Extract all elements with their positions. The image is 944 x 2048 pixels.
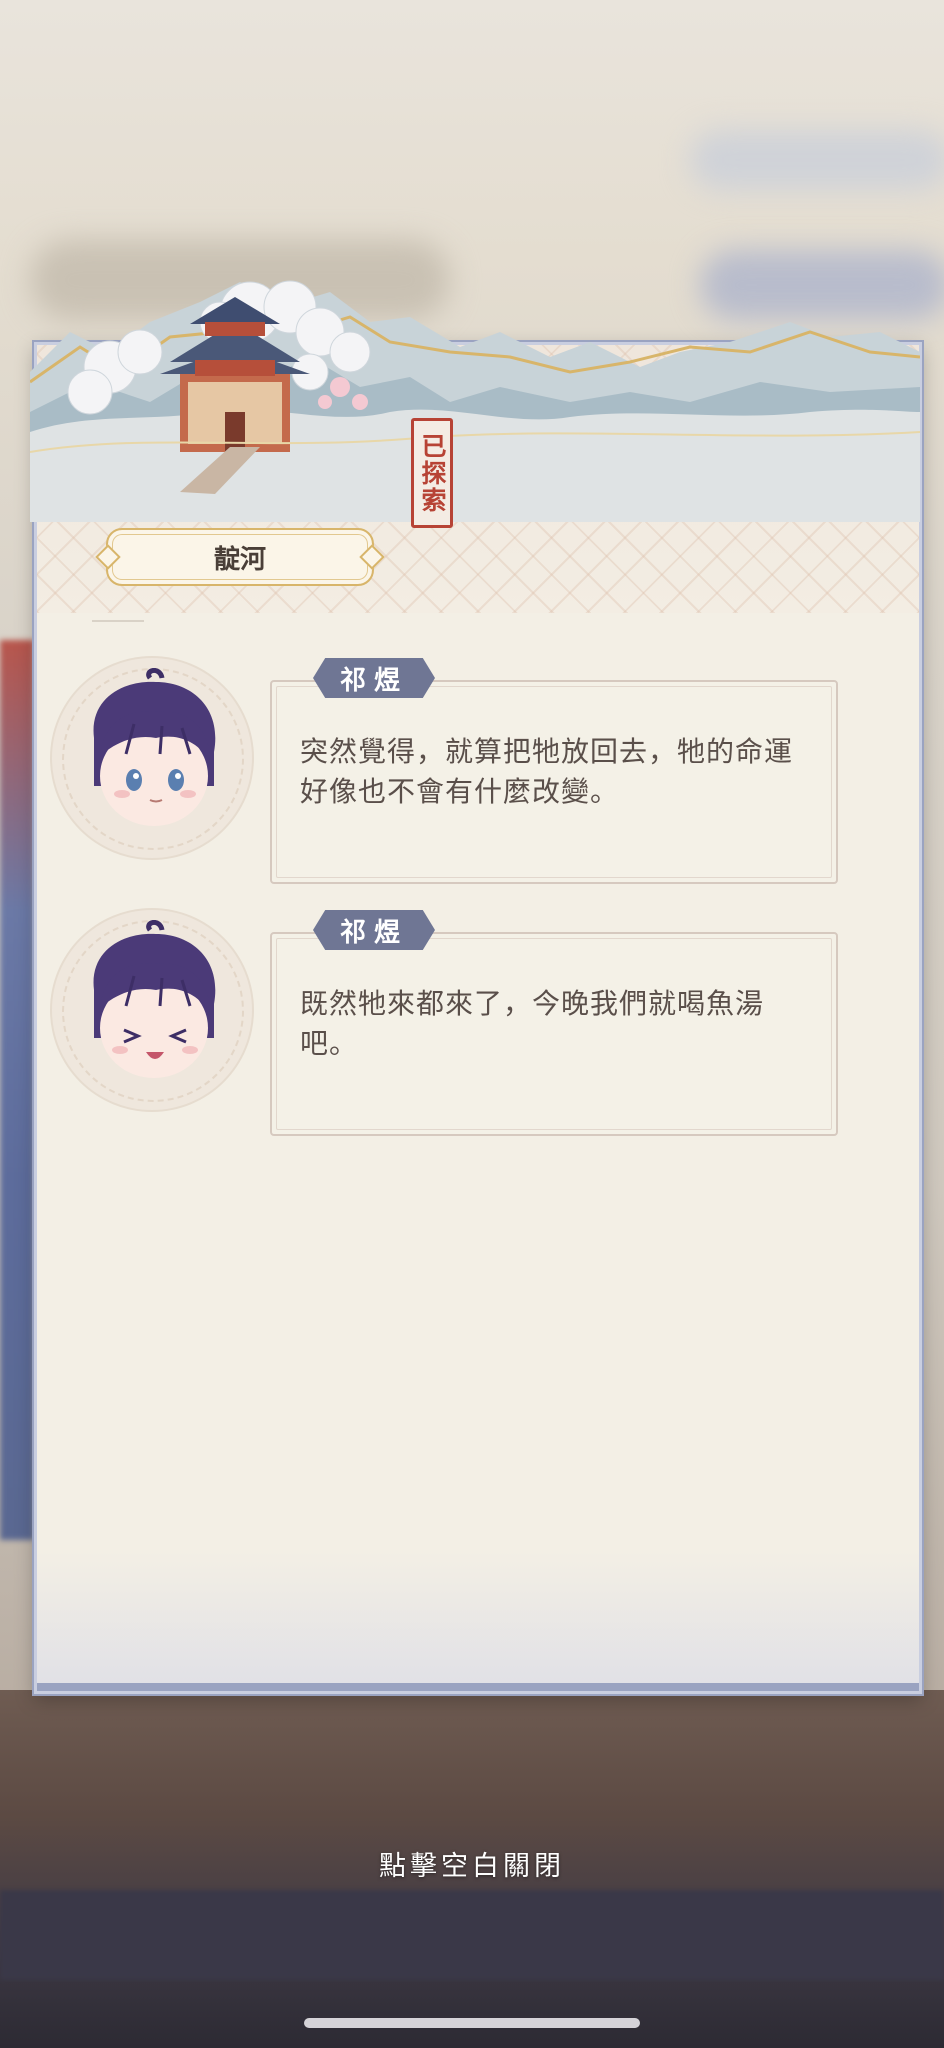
dialogue-text: 突然覺得，就算把牠放回去，牠的命運好像也不會有什麼改變。: [300, 735, 794, 808]
background-blur-panel: [690, 130, 944, 190]
avatar-happy: [93, 920, 216, 1078]
location-name: 靛河: [213, 544, 266, 575]
home-indicator[interactable]: [304, 2018, 640, 2028]
dialogue-entry: 既然牠來都來了，今晚我們就喝魚湯吧。 祁煜: [0, 910, 944, 1150]
dialogue-entry: 突然覺得，就算把牠放回去，牠的命運好像也不會有什麼改變。 祁煜: [0, 658, 944, 898]
tap-to-close-hint[interactable]: 點擊空白關閉: [0, 1844, 944, 1883]
dialogue-text: 既然牠來都來了，今晚我們就喝魚湯吧。: [300, 987, 765, 1060]
card-bottom-border: [37, 1683, 919, 1691]
dialogue-bubble: 既然牠來都來了，今晚我們就喝魚湯吧。: [270, 932, 838, 1136]
background-blur-panel: [700, 250, 944, 320]
header-divider: [92, 620, 144, 622]
avatar-neutral: [93, 668, 216, 826]
card-bottom-wave: [37, 1551, 919, 1691]
dialogue-bubble: 突然覺得，就算把牠放回去，牠的命運好像也不會有什麼改變。: [270, 680, 838, 884]
background-bottom-toolbar: [0, 1890, 944, 1980]
speaker-name-tag: 祁煜: [313, 910, 435, 950]
speaker-name-tag: 祁煜: [313, 658, 435, 698]
background-blur-panel: [30, 240, 450, 320]
explored-seal: 已探索: [411, 418, 453, 528]
location-name-tag: 靛河: [106, 528, 374, 586]
